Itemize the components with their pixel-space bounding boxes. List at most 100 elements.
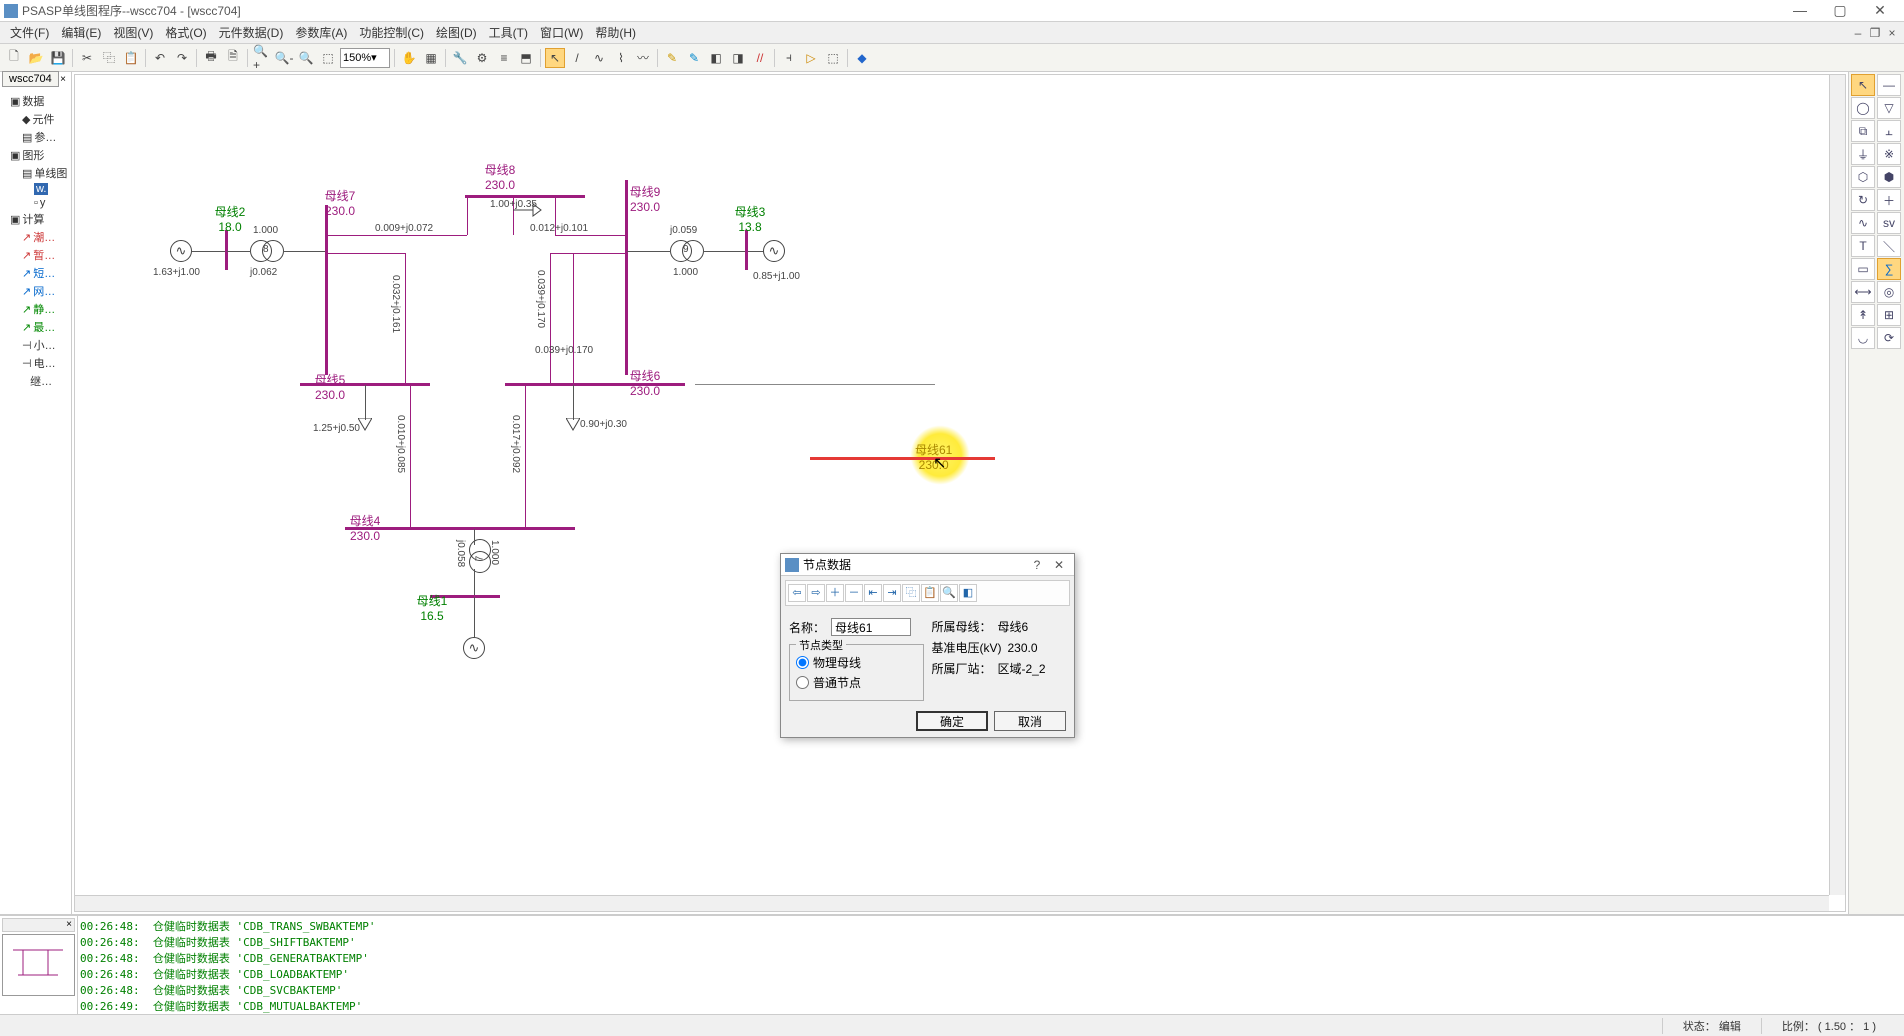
rtool-g-icon[interactable]: ∑: [1877, 258, 1901, 280]
tool-b-icon[interactable]: ⚙: [472, 48, 492, 68]
rtool-f-icon[interactable]: sv: [1877, 212, 1901, 234]
grid-icon[interactable]: ▦: [421, 48, 441, 68]
bus-3[interactable]: [745, 230, 748, 270]
tree-leaf-8[interactable]: ⊣ 电…: [2, 354, 69, 372]
menu-function[interactable]: 功能控制(C): [353, 22, 430, 43]
copy-icon[interactable]: ⿻: [99, 48, 119, 68]
dlg-last-icon[interactable]: ⇥: [883, 584, 901, 602]
line-7-8a[interactable]: [327, 235, 467, 236]
rtool-a-icon[interactable]: ⬡: [1851, 166, 1875, 188]
tree-leaf-7[interactable]: ⊣ 小…: [2, 336, 69, 354]
tree-leaf-6[interactable]: ↗ 最…: [2, 318, 69, 336]
rtool-react-icon[interactable]: ※: [1877, 143, 1901, 165]
rtool-d-icon[interactable]: ＋: [1877, 189, 1901, 211]
dialog-help-button[interactable]: ?: [1026, 558, 1048, 572]
close-button[interactable]: ✕: [1860, 1, 1900, 21]
rtool-b-icon[interactable]: ⬢: [1877, 166, 1901, 188]
dlg-erase-icon[interactable]: ◧: [959, 584, 977, 602]
tree-leaf-3[interactable]: ↗ 短…: [2, 264, 69, 282]
bus-61[interactable]: [810, 457, 995, 460]
tree-node-y[interactable]: ▫ y: [2, 196, 69, 210]
tree-node-sld[interactable]: ▤ 单线图: [2, 164, 69, 182]
rtool-j-icon[interactable]: ↟: [1851, 304, 1875, 326]
log-pane[interactable]: 00:26:48: 仓健临时数据表 'CDB_TRANS_SWBAKTEMP' …: [78, 916, 1904, 1014]
draw-curve-icon[interactable]: ∿: [589, 48, 609, 68]
dlg-add-icon[interactable]: ＋: [826, 584, 844, 602]
rtool-line-icon[interactable]: ＼: [1877, 235, 1901, 257]
rtool-cap-icon[interactable]: ⫠: [1877, 120, 1901, 142]
tree-leaf-4[interactable]: ↗ 网…: [2, 282, 69, 300]
mdi-minimize-icon[interactable]: –: [1850, 26, 1866, 40]
bus-6-ext[interactable]: [695, 384, 935, 385]
tree-leaf-2[interactable]: ↗ 暂…: [2, 246, 69, 264]
canvas-hscroll[interactable]: [75, 895, 1829, 911]
rtool-c-icon[interactable]: ↻: [1851, 189, 1875, 211]
minimize-button[interactable]: —: [1780, 1, 1820, 21]
zoom-combo[interactable]: 150%▾: [340, 48, 390, 68]
tree-node-data[interactable]: ▣ 数据: [2, 92, 69, 110]
rtool-rect-icon[interactable]: ▭: [1851, 258, 1875, 280]
menu-component-data[interactable]: 元件数据(D): [213, 22, 290, 43]
rtool-gen-icon[interactable]: ◯: [1851, 97, 1875, 119]
dlg-copy-icon[interactable]: ⿻: [902, 584, 920, 602]
line-6-4[interactable]: [525, 385, 526, 527]
cut-icon[interactable]: ✂: [77, 48, 97, 68]
menu-help[interactable]: 帮助(H): [589, 22, 642, 43]
undo-icon[interactable]: ↶: [150, 48, 170, 68]
tool-e-icon[interactable]: ✎: [662, 48, 682, 68]
menu-draw[interactable]: 绘图(D): [430, 22, 483, 43]
zoom-out-icon[interactable]: 🔍-: [274, 48, 294, 68]
rtool-h-icon[interactable]: ⟷: [1851, 281, 1875, 303]
zoom-fit-icon[interactable]: 🔍: [296, 48, 316, 68]
rtool-text-icon[interactable]: T: [1851, 235, 1875, 257]
dlg-first-icon[interactable]: ⇤: [864, 584, 882, 602]
tool-h-icon[interactable]: ◨: [728, 48, 748, 68]
dlg-del-icon[interactable]: －: [845, 584, 863, 602]
tool-a-icon[interactable]: 🔧: [450, 48, 470, 68]
menu-param-lib[interactable]: 参数库(A): [289, 22, 353, 43]
menu-view[interactable]: 视图(V): [107, 22, 159, 43]
dlg-cancel-button[interactable]: 取消: [994, 711, 1066, 731]
tool-d-icon[interactable]: ⬒: [516, 48, 536, 68]
gen-bus3[interactable]: [763, 240, 785, 262]
tree[interactable]: ▣ 数据 ◆ 元件 ▤ 参… ▣ 图形 ▤ 单线图 w. ▫ y ▣ 计算 ↗ …: [0, 72, 71, 392]
dlg-radio-physical[interactable]: 物理母线: [796, 654, 917, 671]
rtool-load-icon[interactable]: ▽: [1877, 97, 1901, 119]
bus-8[interactable]: [465, 195, 585, 198]
rtool-pointer-icon[interactable]: ↖: [1851, 74, 1875, 96]
print-icon[interactable]: 🖶: [201, 48, 221, 68]
dlg-find-icon[interactable]: 🔍: [940, 584, 958, 602]
rtool-shunt-icon[interactable]: ⏚: [1851, 143, 1875, 165]
menu-window[interactable]: 窗口(W): [534, 22, 589, 43]
line-9-6b[interactable]: [573, 253, 574, 383]
save-icon[interactable]: 💾: [48, 48, 68, 68]
rtool-bus-icon[interactable]: —: [1877, 74, 1901, 96]
redo-icon[interactable]: ↷: [172, 48, 192, 68]
menu-tools[interactable]: 工具(T): [483, 22, 534, 43]
gen-bus1[interactable]: [463, 637, 485, 659]
line-7-5[interactable]: [405, 253, 406, 383]
menu-file[interactable]: 文件(F): [4, 22, 55, 43]
tree-leaf-1[interactable]: ↗ 潮…: [2, 228, 69, 246]
dlg-next-icon[interactable]: ⇨: [807, 584, 825, 602]
bus-7[interactable]: [325, 205, 328, 375]
sidebar-close-icon[interactable]: ×: [57, 74, 69, 86]
tree-leaf-9[interactable]: 继…: [2, 372, 69, 390]
open-icon[interactable]: 📂: [26, 48, 46, 68]
dlg-paste-icon[interactable]: 📋: [921, 584, 939, 602]
line-5-4[interactable]: [410, 385, 411, 527]
draw-wave-icon[interactable]: 〰: [633, 48, 653, 68]
dialog-close-button[interactable]: ✕: [1048, 558, 1070, 572]
mdi-restore-icon[interactable]: ❐: [1867, 26, 1883, 40]
paste-icon[interactable]: 📋: [121, 48, 141, 68]
tree-leaf-5[interactable]: ↗ 静…: [2, 300, 69, 318]
dlg-radio-normal[interactable]: 普通节点: [796, 674, 917, 691]
tool-k-icon[interactable]: ▷: [801, 48, 821, 68]
rtool-l-icon[interactable]: ◡: [1851, 327, 1875, 349]
menu-format[interactable]: 格式(O): [159, 22, 212, 43]
tool-i-icon[interactable]: //: [750, 48, 770, 68]
canvas[interactable]: 母线8230.0 母线7230.0 母线9230.0 母线218.0 母线313…: [74, 74, 1846, 912]
dlg-name-input[interactable]: [831, 618, 911, 636]
tree-node-graphic[interactable]: ▣ 图形: [2, 146, 69, 164]
mdi-close-icon[interactable]: ×: [1884, 26, 1900, 40]
